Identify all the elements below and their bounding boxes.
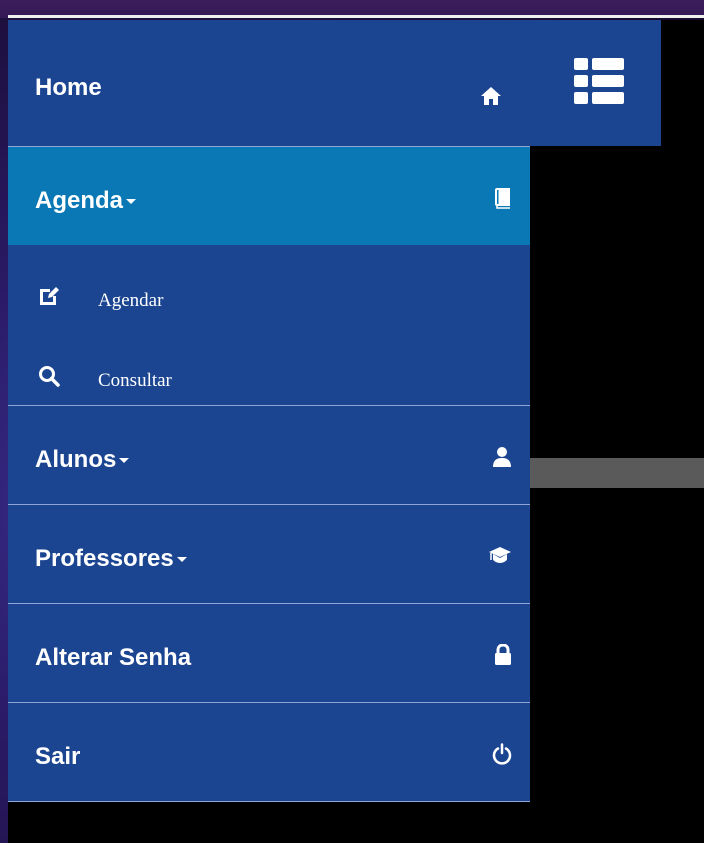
user-icon (492, 446, 512, 473)
menu-item-alunos[interactable]: Alunos (8, 405, 530, 504)
menu-item-professores[interactable]: Professores (8, 504, 530, 603)
menu-item-label: Sair (35, 743, 81, 770)
content-gray-bar (530, 458, 704, 488)
menu-item-alterar-senha[interactable]: Alterar Senha (8, 603, 530, 702)
top-divider-line (8, 15, 704, 18)
menu-item-label: Alterar Senha (35, 644, 192, 671)
menu-toggle-button[interactable] (574, 58, 624, 104)
window-top-strip (0, 0, 704, 18)
submenu-item-label: Consultar (98, 370, 172, 391)
menu-item-label: Alunos (35, 446, 130, 474)
list-icon (574, 58, 624, 104)
caret-down-icon (119, 458, 130, 464)
power-icon (492, 743, 512, 770)
nav-header: Home (8, 20, 661, 146)
book-icon (494, 187, 512, 214)
edit-icon (38, 285, 60, 312)
search-icon (38, 365, 60, 392)
agenda-submenu: Agendar Consultar (8, 245, 530, 405)
menu-item-sair[interactable]: Sair (8, 702, 530, 801)
caret-down-icon (176, 557, 187, 563)
caret-down-icon (126, 199, 137, 205)
sidebar-menu: Agenda Agendar Consultar Alunos Professo… (8, 146, 530, 802)
home-icon (480, 86, 502, 111)
lock-icon (494, 643, 512, 671)
menu-item-label: Professores (35, 545, 187, 573)
menu-bottom-divider (8, 801, 530, 802)
submenu-item-label: Agendar (98, 290, 164, 311)
home-link[interactable]: Home (35, 74, 102, 102)
menu-item-label: Agenda (35, 187, 137, 215)
graduation-cap-icon (488, 545, 512, 570)
menu-item-agenda[interactable]: Agenda (8, 146, 530, 245)
